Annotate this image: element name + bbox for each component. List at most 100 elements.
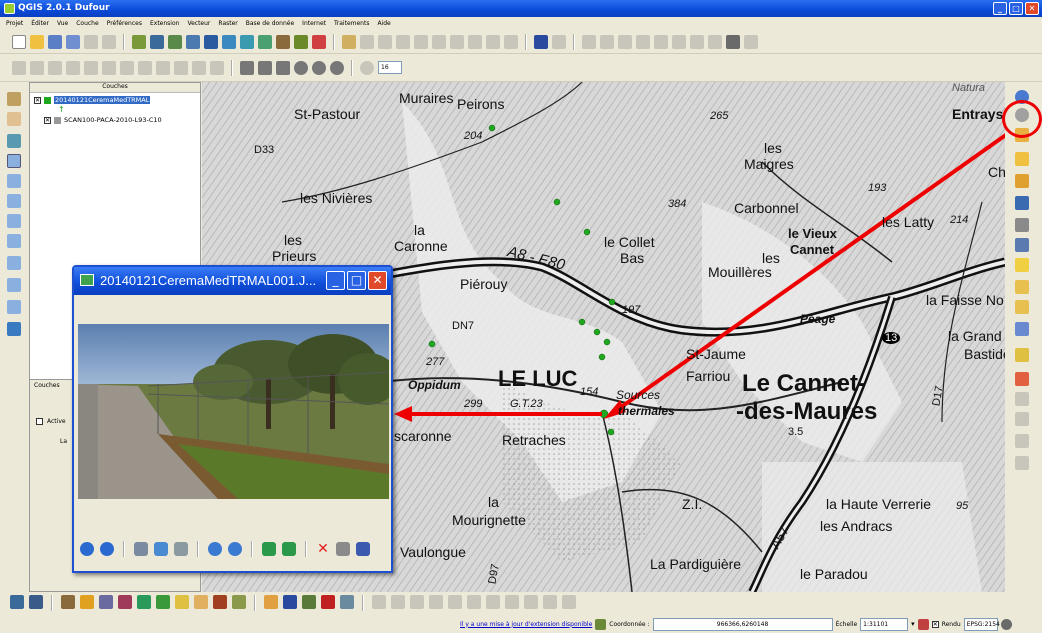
label-toolbar-1-icon[interactable]: [582, 35, 596, 49]
menu-editer[interactable]: Éditer: [31, 20, 49, 28]
help-icon[interactable]: [534, 35, 548, 49]
new-project-icon[interactable]: [12, 35, 26, 49]
rotate-clockwise-icon[interactable]: [262, 542, 276, 556]
delete-selected-icon[interactable]: [432, 35, 446, 49]
zoom-last-icon[interactable]: [7, 278, 21, 292]
digitize-7-icon[interactable]: [120, 60, 134, 75]
label-toolbar-3-icon[interactable]: [618, 35, 632, 49]
circle-tool-icon[interactable]: [360, 60, 374, 75]
digitize-8-icon[interactable]: [138, 60, 152, 75]
node-tool-icon[interactable]: [414, 35, 428, 49]
digitize-9-icon[interactable]: [156, 60, 170, 75]
digitize-2-icon[interactable]: [30, 60, 44, 75]
add-postgis-layer-icon[interactable]: [168, 35, 182, 49]
plugin-8-icon[interactable]: [1015, 300, 1029, 314]
label-toolbar-6-icon[interactable]: [672, 35, 686, 49]
bottom-tool-25-icon[interactable]: [505, 595, 519, 609]
menu-base-de-donnee[interactable]: Base de donnée: [246, 20, 294, 28]
plugin-update-link[interactable]: Il y a une mise à jour d'extension dispo…: [460, 621, 592, 628]
zoom-out-icon[interactable]: [228, 542, 242, 556]
plugin-6-icon[interactable]: [1015, 238, 1029, 252]
plugin-7-icon[interactable]: [1015, 280, 1029, 294]
print-icon[interactable]: [336, 542, 350, 556]
bottom-tool-12-icon[interactable]: [232, 595, 246, 609]
add-mssql-layer-icon[interactable]: [204, 35, 218, 49]
snap-5-icon[interactable]: [312, 60, 326, 75]
plugin-15-icon[interactable]: [1015, 456, 1029, 470]
zoom-layer-icon[interactable]: [7, 234, 21, 248]
actual-size-icon[interactable]: [154, 542, 168, 556]
previous-icon[interactable]: [80, 542, 94, 556]
digitize-3-icon[interactable]: [48, 60, 62, 75]
save-project-icon[interactable]: [48, 35, 62, 49]
rotate-counterclockwise-icon[interactable]: [282, 542, 296, 556]
bottom-tool-14-icon[interactable]: [283, 595, 297, 609]
fit-to-window-icon[interactable]: [134, 542, 148, 556]
menu-extension[interactable]: Extension: [150, 20, 179, 28]
bottom-tool-23-icon[interactable]: [467, 595, 481, 609]
scale-segments-input[interactable]: 16: [378, 61, 402, 74]
bottom-tool-26-icon[interactable]: [524, 595, 538, 609]
plugin-5-icon[interactable]: [1015, 218, 1029, 232]
plugin-3-icon[interactable]: [1015, 174, 1029, 188]
bottom-tool-10-icon[interactable]: [194, 595, 208, 609]
active-option[interactable]: Active: [36, 418, 66, 425]
toggle-editing-icon[interactable]: [342, 35, 356, 49]
save-as-icon[interactable]: [66, 35, 80, 49]
composer-manager-icon[interactable]: [102, 35, 116, 49]
scale-combobox[interactable]: 1:31101: [860, 617, 909, 631]
plugin-13-icon[interactable]: [1015, 412, 1029, 426]
coordinate-field[interactable]: 966366,6260148: [652, 617, 833, 631]
bottom-tool-5-icon[interactable]: [99, 595, 113, 609]
bottom-tool-27-icon[interactable]: [543, 595, 557, 609]
digitize-6-icon[interactable]: [102, 60, 116, 75]
bottom-tool-8-icon[interactable]: [156, 595, 170, 609]
layer-item-scan100[interactable]: ✕ SCAN100-PACA-2010-L93-C10: [44, 116, 162, 124]
bottom-tool-11-icon[interactable]: [213, 595, 227, 609]
slideshow-icon[interactable]: [174, 542, 188, 556]
digitize-5-icon[interactable]: [84, 60, 98, 75]
label-toolbar-7-icon[interactable]: [690, 35, 704, 49]
add-raster-layer-icon[interactable]: [150, 35, 164, 49]
label-tool-icon[interactable]: [504, 35, 518, 49]
add-feature-icon[interactable]: [378, 35, 392, 49]
zoom-in-icon[interactable]: [7, 154, 21, 168]
bottom-tool-22-icon[interactable]: [448, 595, 462, 609]
save-edits-icon[interactable]: [360, 35, 374, 49]
digitize-4-icon[interactable]: [66, 60, 80, 75]
add-vector-layer-icon[interactable]: [132, 35, 146, 49]
zoom-selection-icon[interactable]: [7, 214, 21, 228]
bottom-tool-19-icon[interactable]: [391, 595, 405, 609]
zoom-next-icon[interactable]: [7, 300, 21, 314]
zoom-in-icon[interactable]: [208, 542, 222, 556]
plugin-12-icon[interactable]: [1015, 392, 1029, 406]
label-toolbar-5-icon[interactable]: [654, 35, 668, 49]
menu-projet[interactable]: Projet: [6, 20, 23, 28]
zoom-native-icon[interactable]: [7, 256, 21, 270]
bottom-tool-21-icon[interactable]: [429, 595, 443, 609]
bottom-tool-3-icon[interactable]: [61, 595, 75, 609]
label-toolbar-4-icon[interactable]: [636, 35, 650, 49]
add-spatialite-layer-icon[interactable]: [186, 35, 200, 49]
copy-features-icon[interactable]: [468, 35, 482, 49]
whats-this-icon[interactable]: [552, 35, 566, 49]
new-shapefile-icon[interactable]: [294, 35, 308, 49]
pan-to-selection-icon[interactable]: [7, 134, 21, 148]
snap-1-icon[interactable]: [240, 60, 254, 75]
open-project-icon[interactable]: [30, 35, 44, 49]
menu-internet[interactable]: Internet: [302, 20, 326, 28]
new-print-composer-icon[interactable]: [84, 35, 98, 49]
bottom-tool-4-icon[interactable]: [80, 595, 94, 609]
next-icon[interactable]: [100, 542, 114, 556]
maximize-button[interactable]: □: [1009, 2, 1023, 15]
digitize-10-icon[interactable]: [174, 60, 188, 75]
bottom-tool-6-icon[interactable]: [118, 595, 132, 609]
bottom-tool-24-icon[interactable]: [486, 595, 500, 609]
crs-globe-icon[interactable]: [1000, 618, 1012, 630]
chevron-down-icon[interactable]: ▾: [911, 620, 915, 628]
digitize-11-icon[interactable]: [192, 60, 206, 75]
add-wfs-layer-icon[interactable]: [258, 35, 272, 49]
menu-preferences[interactable]: Préférences: [107, 20, 142, 28]
bottom-tool-13-icon[interactable]: [264, 595, 278, 609]
label-toolbar-10-icon[interactable]: [744, 35, 758, 49]
